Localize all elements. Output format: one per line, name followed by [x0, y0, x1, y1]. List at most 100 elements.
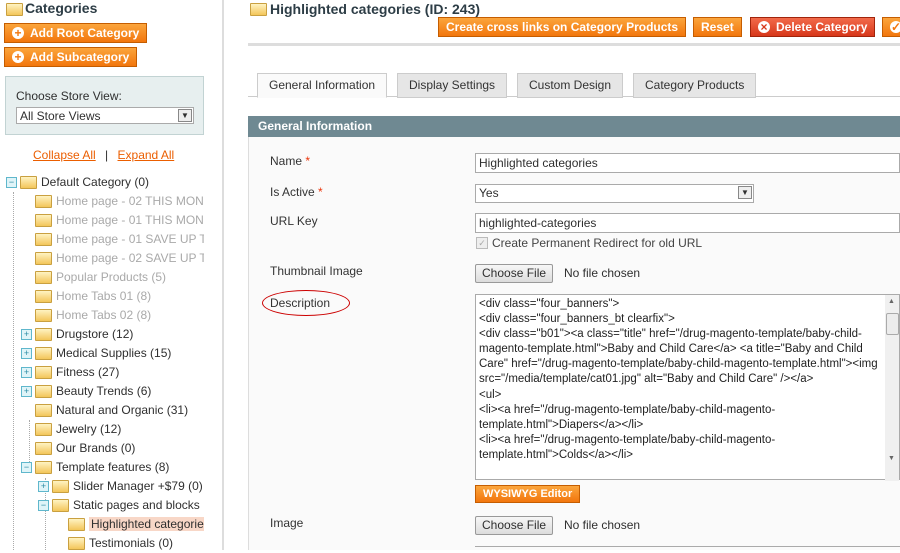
description-text: <div class="four_banners"> <div class="f…: [479, 298, 878, 461]
tree-item[interactable]: + Medical Supplies (15): [21, 344, 171, 363]
folder-icon: [35, 214, 52, 228]
description-textarea[interactable]: <div class="four_banners"> <div class="f…: [475, 294, 900, 481]
collapse-all-link[interactable]: Collapse All: [33, 148, 96, 162]
tab-category-products[interactable]: Category Products: [633, 73, 757, 98]
store-view-label: Choose Store View:: [16, 89, 122, 103]
sidebar-divider: [222, 0, 224, 550]
url-key-label: URL Key: [270, 214, 318, 228]
tree-item-label: Template features (8): [56, 460, 170, 474]
thumbnail-choose-file-button[interactable]: Choose File: [475, 264, 554, 283]
tree-item-label: Testimonials (0): [89, 536, 174, 550]
collapse-icon[interactable]: −: [21, 462, 32, 474]
tree-item[interactable]: − Template features (8): [21, 458, 169, 477]
tree-item-label: Home Tabs 02 (8): [56, 308, 152, 322]
folder-icon: [35, 423, 52, 437]
store-view-value: All Store Views: [20, 109, 101, 123]
scrollbar[interactable]: ▲ ▼: [885, 295, 899, 481]
add-root-label: Add Root Category: [30, 26, 140, 40]
tree-item-label: Drugstore (12): [56, 327, 134, 341]
name-label: Name *: [270, 154, 311, 168]
folder-icon: [35, 195, 52, 209]
tree-item[interactable]: Home page - 01 SAVE UP TO: [35, 230, 204, 249]
tree-item-label: Fitness (27): [56, 365, 120, 379]
tree-item[interactable]: Our Brands (0): [35, 439, 135, 458]
redirect-checkbox[interactable]: ✓: [476, 237, 488, 249]
tree-item[interactable]: Jewelry (12): [35, 420, 121, 439]
chevron-down-icon: ▼: [178, 109, 192, 122]
image-choose-file-button[interactable]: Choose File: [475, 516, 554, 535]
folder-icon: [35, 385, 52, 399]
folder-icon: [35, 328, 52, 342]
add-subcategory-button[interactable]: + Add Subcategory: [4, 47, 138, 67]
tree-item[interactable]: Highlighted categories: [68, 515, 204, 534]
image-label: Image: [270, 516, 304, 530]
delete-label: Delete Category: [776, 20, 868, 34]
folder-icon: [35, 290, 52, 304]
folder-icon: [35, 347, 52, 361]
tree-item[interactable]: + Fitness (27): [21, 363, 119, 382]
tree-item-label: Popular Products (5): [56, 270, 167, 284]
sidebar-title: Categories: [25, 0, 98, 16]
folder-icon: [35, 271, 52, 285]
tree-item[interactable]: Home page - 02 THIS MONTH: [35, 192, 204, 211]
tree-item[interactable]: − Default Category (0): [6, 173, 149, 192]
tree-item[interactable]: + Beauty Trends (6): [21, 382, 151, 401]
tree-item-label: Home page - 01 THIS MONTH: [56, 213, 204, 227]
url-key-input[interactable]: highlighted-categories: [475, 213, 900, 233]
tree-item-label: Our Brands (0): [56, 441, 136, 455]
create-cross-links-button[interactable]: Create cross links on Category Products: [438, 17, 687, 37]
folder-icon: [35, 442, 52, 456]
folder-icon: [68, 518, 85, 532]
tree-item-label: Natural and Organic (31): [56, 403, 189, 417]
tree-item[interactable]: Home page - 01 THIS MONTH: [35, 211, 204, 230]
collapse-icon[interactable]: −: [6, 177, 17, 189]
expand-icon[interactable]: +: [21, 329, 32, 341]
save-category-button[interactable]: ✓: [882, 17, 900, 37]
collapse-icon[interactable]: −: [38, 500, 49, 512]
categories-folder-icon: [6, 3, 23, 16]
tree-item[interactable]: Home Tabs 02 (8): [35, 306, 151, 325]
expand-icon[interactable]: +: [38, 481, 49, 493]
expand-icon[interactable]: +: [21, 348, 32, 360]
tab-general-information[interactable]: General Information: [257, 73, 388, 98]
tree-item[interactable]: Natural and Organic (31): [35, 401, 188, 420]
tree-item[interactable]: Home page - 02 SAVE UP TO: [35, 249, 204, 268]
tree-item[interactable]: − Static pages and blocks: [38, 496, 200, 515]
folder-icon: [35, 233, 52, 247]
tree-item[interactable]: + Slider Manager +$79 (0): [38, 477, 203, 496]
wysiwyg-editor-button[interactable]: WYSIWYG Editor: [475, 485, 581, 503]
tree-item-label: Highlighted categories: [89, 517, 204, 531]
tree-item-label: Slider Manager +$79 (0): [73, 479, 203, 493]
delete-category-button[interactable]: × Delete Category: [750, 17, 876, 37]
folder-icon: [35, 461, 52, 475]
expand-icon[interactable]: +: [21, 367, 32, 379]
store-view-select[interactable]: All Store Views ▼: [16, 107, 194, 124]
tree-item-label: Static pages and blocks: [73, 498, 200, 512]
reset-button[interactable]: Reset: [693, 17, 742, 37]
name-input[interactable]: Highlighted categories: [475, 153, 900, 173]
tree-item-label: Home page - 01 SAVE UP TO: [56, 232, 204, 246]
tab-display-settings[interactable]: Display Settings: [397, 73, 508, 98]
folder-icon: [52, 480, 69, 494]
add-root-category-button[interactable]: + Add Root Category: [4, 23, 148, 43]
redirect-option[interactable]: ✓ Create Permanent Redirect for old URL: [476, 236, 702, 250]
tree-item-label: Default Category (0): [41, 175, 150, 189]
tree-item-label: Home Tabs 01 (8): [56, 289, 152, 303]
tree-item[interactable]: Testimonials (0): [68, 534, 173, 553]
tree-item[interactable]: Home Tabs 01 (8): [35, 287, 151, 306]
redirect-label: Create Permanent Redirect for old URL: [492, 236, 703, 250]
folder-icon: [35, 404, 52, 418]
tab-custom-design[interactable]: Custom Design: [517, 73, 624, 98]
category-folder-icon: [250, 3, 267, 16]
tree-item-label: Jewelry (12): [56, 422, 122, 436]
tree-item[interactable]: + Drugstore (12): [21, 325, 133, 344]
expand-icon[interactable]: +: [21, 386, 32, 398]
page-title: Highlighted categories (ID: 243): [270, 1, 481, 17]
folder-icon: [35, 309, 52, 323]
expand-all-link[interactable]: Expand All: [118, 148, 175, 162]
plus-icon: +: [12, 27, 24, 39]
tree-item-label: Medical Supplies (15): [56, 346, 172, 360]
tree-item[interactable]: Popular Products (5): [35, 268, 166, 287]
is-active-select[interactable]: Yes ▼: [475, 184, 754, 203]
description-label: Description: [270, 296, 331, 310]
